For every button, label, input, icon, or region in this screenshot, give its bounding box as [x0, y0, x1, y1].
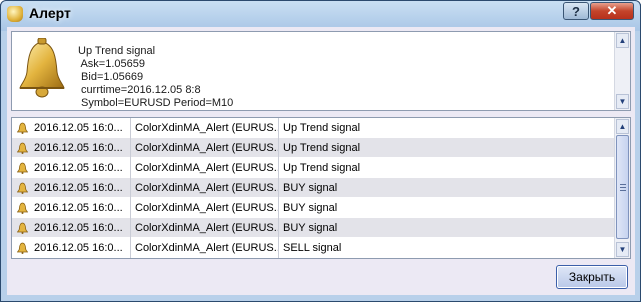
alert-time: 2016.12.05 16:0...: [12, 238, 131, 258]
list-row[interactable]: 2016.12.05 16:0... ColorXdinMA_Alert (EU…: [12, 238, 614, 258]
grip-line: [620, 184, 626, 185]
list-row[interactable]: 2016.12.05 16:0... ColorXdinMA_Alert (EU…: [12, 198, 614, 218]
arrow-up-icon[interactable]: ▲: [616, 33, 629, 48]
alert-expert: ColorXdinMA_Alert (EURUS...: [131, 198, 279, 218]
alert-time: 2016.12.05 16:0...: [12, 118, 131, 138]
large-bell-icon: [19, 38, 65, 98]
alert-message: SELL signal: [283, 242, 342, 254]
alert-expert: ColorXdinMA_Alert (EURUS...: [131, 138, 279, 158]
alert-expert: ColorXdinMA_Alert (EURUS...: [131, 178, 279, 198]
alert-time: 2016.12.05 16:0...: [12, 178, 131, 198]
alert-time: 2016.12.05 16:0...: [12, 218, 131, 238]
close-button-label: Закрыть: [568, 270, 616, 284]
grip-line: [620, 187, 626, 188]
dialog-body: Up Trend signal Ask=1.05659 Bid=1.05669 …: [7, 27, 635, 295]
message-scrollbar[interactable]: ▲ ▼: [614, 32, 630, 110]
alert-list: 2016.12.05 16:0... ColorXdinMA_Alert (EU…: [11, 117, 631, 259]
close-window-button[interactable]: ✕: [590, 2, 634, 20]
list-row[interactable]: 2016.12.05 16:0... ColorXdinMA_Alert (EU…: [12, 138, 614, 158]
scrollbar-thumb[interactable]: [616, 135, 629, 239]
alert-dialog: Алерт ? ✕ Up Trend signal Ask=1.05659 Bi…: [0, 0, 641, 302]
alert-expert: ColorXdinMA_Alert (EURUS...: [131, 218, 279, 238]
alert-expert: ColorXdinMA_Alert (EURUS...: [131, 238, 279, 258]
list-row[interactable]: 2016.12.05 16:0... ColorXdinMA_Alert (EU…: [12, 218, 614, 238]
arrow-up-icon[interactable]: ▲: [616, 119, 629, 134]
arrow-down-icon[interactable]: ▼: [616, 94, 629, 109]
message-panel: Up Trend signal Ask=1.05659 Bid=1.05669 …: [11, 31, 631, 111]
alert-message: BUY signal: [283, 202, 338, 214]
title-bar[interactable]: Алерт ? ✕: [1, 1, 640, 27]
alert-message: Up Trend signal: [283, 122, 361, 134]
list-row[interactable]: 2016.12.05 16:0... ColorXdinMA_Alert (EU…: [12, 118, 614, 138]
grip-line: [620, 190, 626, 191]
window-title: Алерт: [29, 5, 71, 21]
list-scrollbar[interactable]: ▲ ▼: [614, 118, 630, 258]
close-icon: ✕: [606, 3, 618, 18]
bell-icon: [7, 6, 23, 22]
alert-message: Up Trend signal: [283, 142, 361, 154]
alert-time: 2016.12.05 16:0...: [12, 198, 131, 218]
help-label: ?: [572, 3, 580, 19]
list-row[interactable]: 2016.12.05 16:0... ColorXdinMA_Alert (EU…: [12, 178, 614, 198]
alert-message: BUY signal: [283, 222, 338, 234]
list-row[interactable]: 2016.12.05 16:0... ColorXdinMA_Alert (EU…: [12, 158, 614, 178]
alert-message: Up Trend signal: [283, 162, 361, 174]
alert-message: BUY signal: [283, 182, 338, 194]
alert-expert: ColorXdinMA_Alert (EURUS...: [131, 118, 279, 138]
alert-time: 2016.12.05 16:0...: [12, 138, 131, 158]
alert-expert: ColorXdinMA_Alert (EURUS...: [131, 158, 279, 178]
close-button[interactable]: Закрыть: [556, 265, 628, 289]
help-button[interactable]: ?: [563, 2, 589, 20]
arrow-down-icon[interactable]: ▼: [616, 242, 629, 257]
alert-time: 2016.12.05 16:0...: [12, 158, 131, 178]
alert-message-text: Up Trend signal Ask=1.05659 Bid=1.05669 …: [78, 45, 234, 109]
